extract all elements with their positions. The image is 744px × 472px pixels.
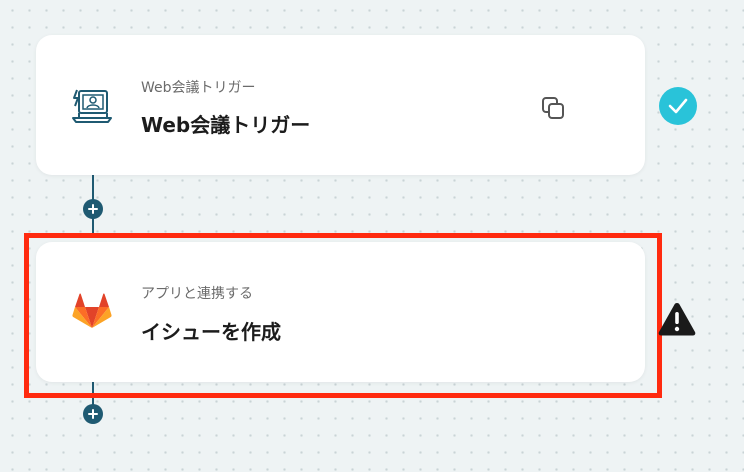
add-step-button[interactable] (83, 404, 103, 424)
gitlab-icon (72, 292, 112, 334)
copy-icon[interactable] (540, 95, 566, 125)
trigger-step-card[interactable]: Web会議トリガー Web会議トリガー (36, 35, 645, 175)
plus-icon (88, 204, 98, 214)
warning-icon (657, 301, 697, 341)
plus-icon (88, 409, 98, 419)
action-step-card[interactable]: アプリと連携する イシューを作成 (36, 242, 645, 382)
check-icon (659, 87, 697, 125)
add-step-button[interactable] (83, 199, 103, 219)
step-title: イシューを作成 (141, 320, 281, 344)
step-title: Web会議トリガー (141, 113, 311, 137)
step-label: Web会議トリガー (141, 80, 256, 96)
step-label: アプリと連携する (141, 286, 253, 302)
web-meeting-icon (70, 85, 112, 129)
